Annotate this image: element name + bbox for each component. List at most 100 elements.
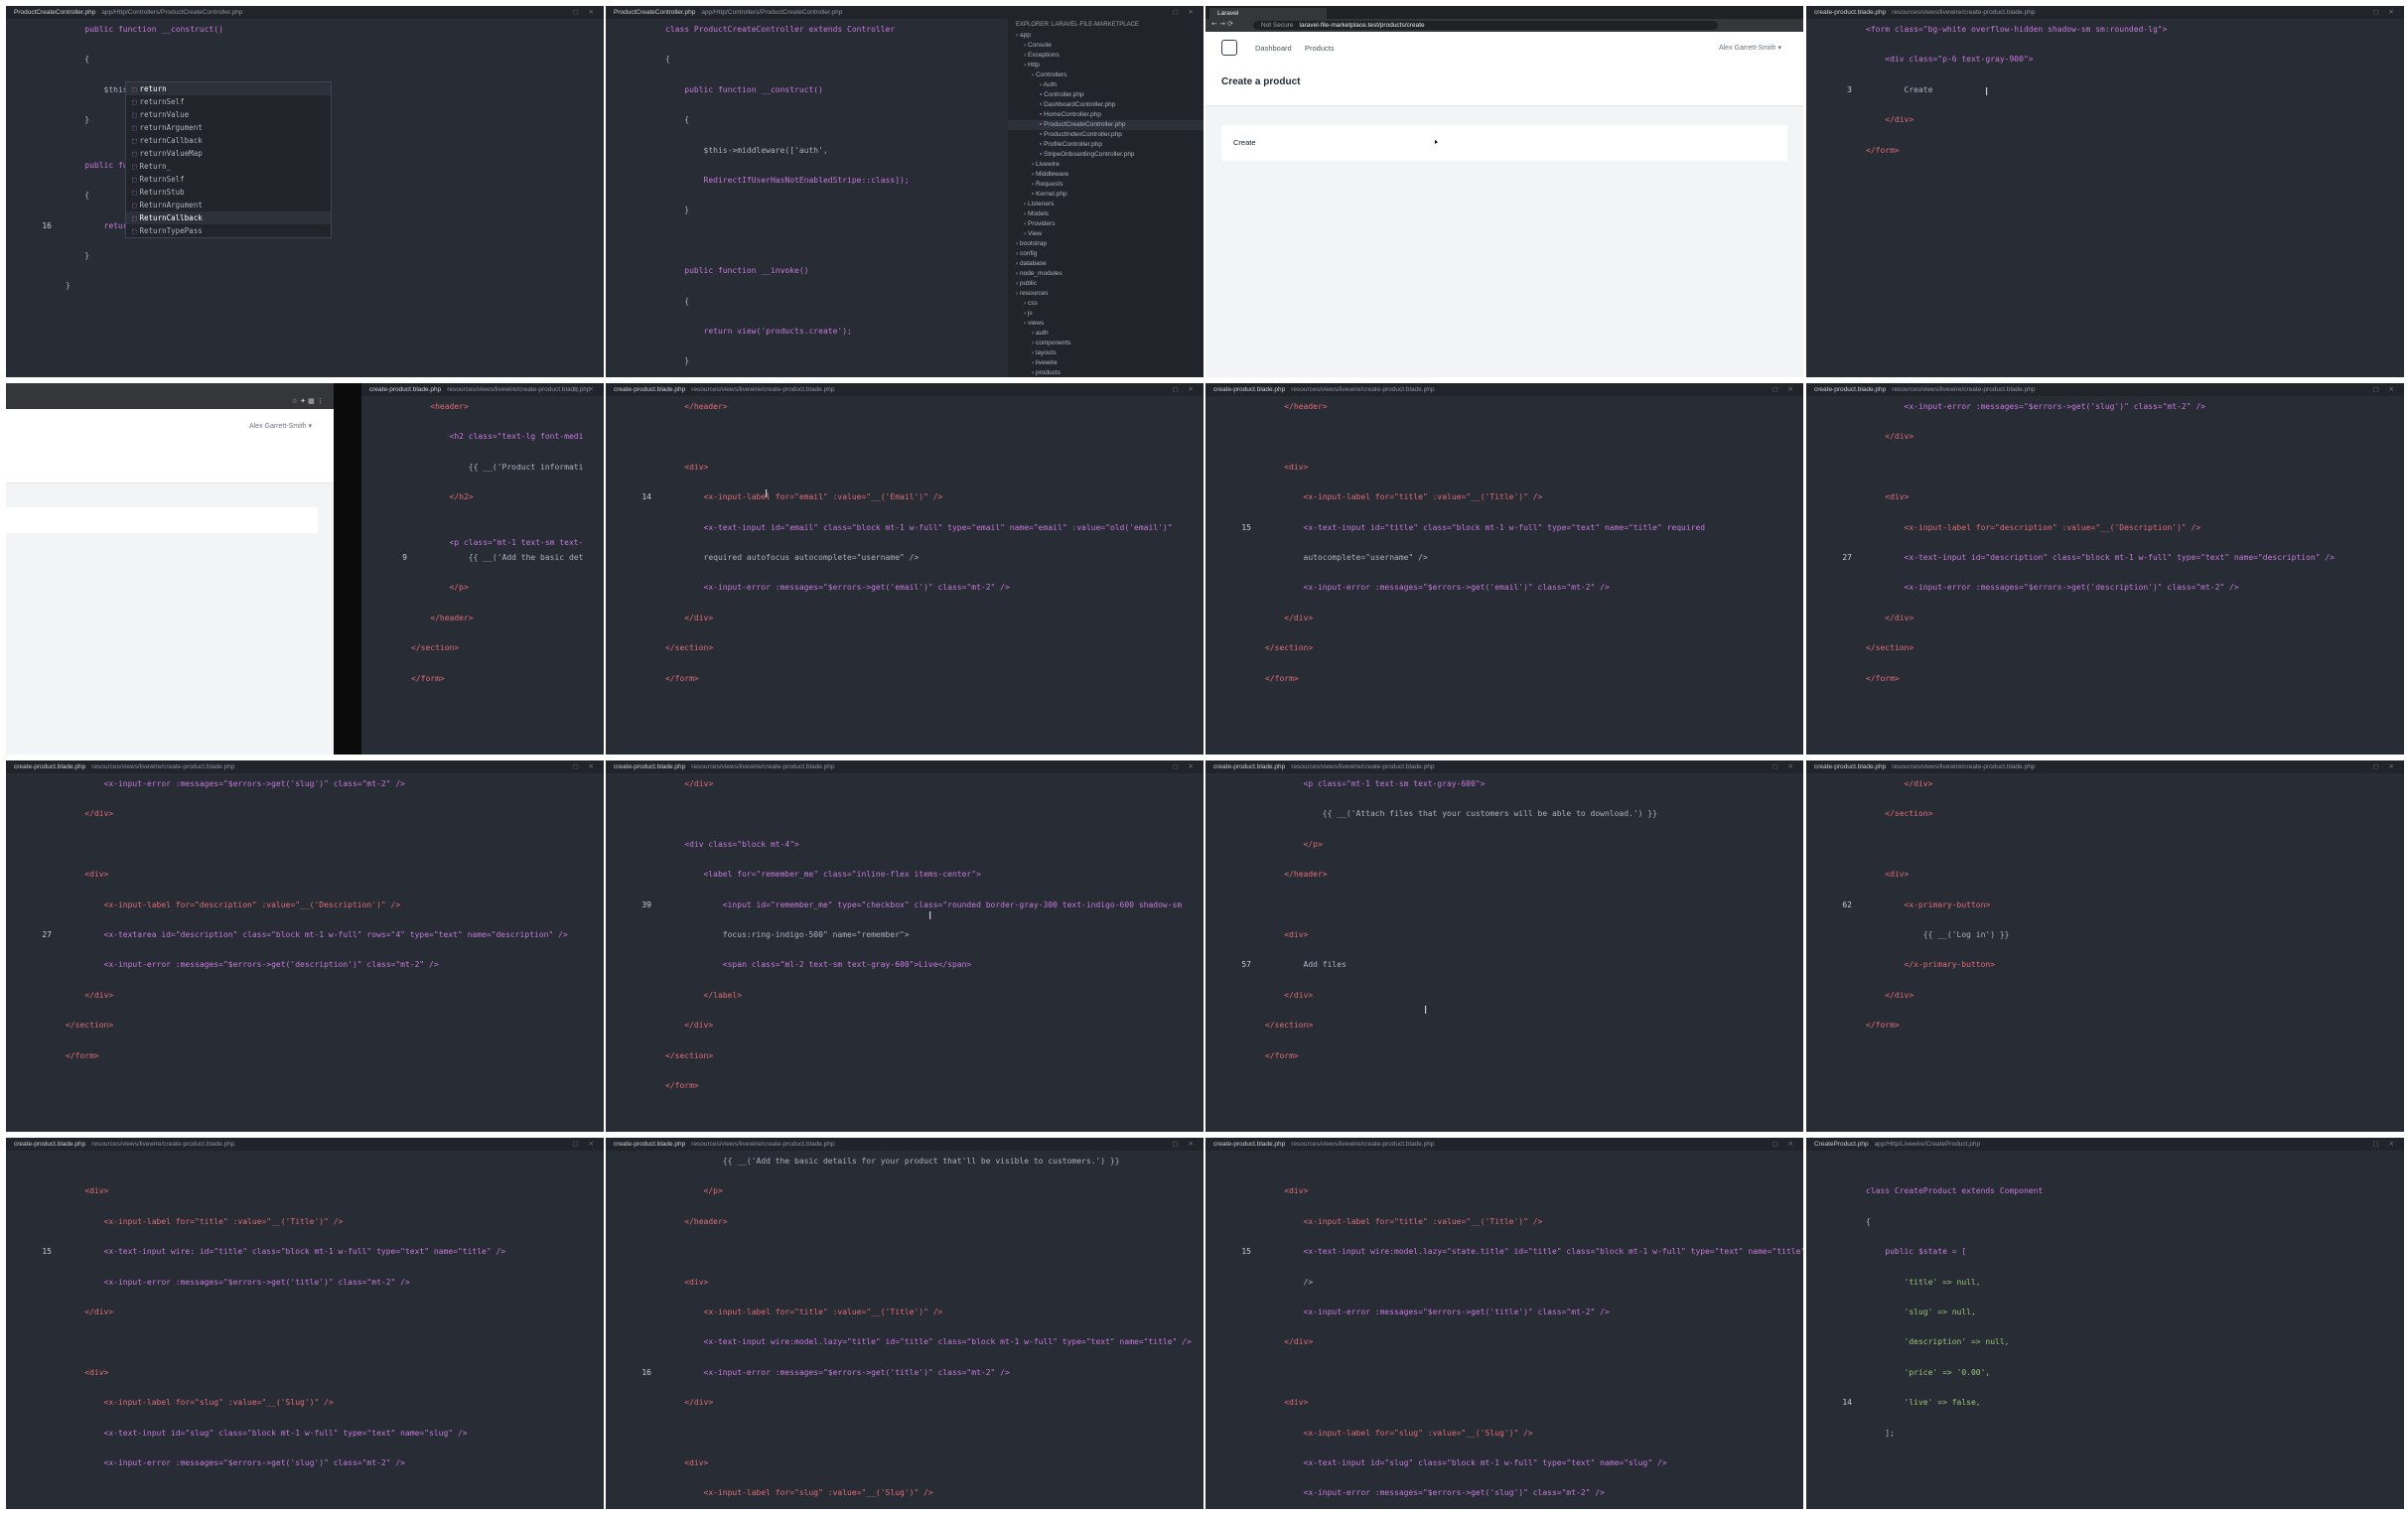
code-line[interactable]: </div> — [1265, 614, 1313, 622]
code-line[interactable]: {{ __('Add the basic det — [411, 553, 584, 562]
code-line[interactable]: </div> — [1866, 115, 1913, 124]
editor-actions-icon[interactable]: ▢ ✕ — [2373, 760, 2398, 773]
code-line[interactable]: <x-input-error :messages="$errors->get('… — [66, 1458, 405, 1467]
code-line[interactable]: <div> — [1265, 1398, 1308, 1407]
explorer-item[interactable]: › css — [1008, 299, 1204, 309]
code-line[interactable]: class ProductCreateController extends Co… — [665, 25, 895, 34]
editor-actions-icon[interactable]: ▢ ✕ — [1173, 760, 1198, 773]
code-line[interactable]: <x-text-input id="slug" class="block mt-… — [66, 1429, 468, 1438]
explorer-item[interactable]: › auth — [1008, 329, 1204, 339]
code-editor[interactable]: <div> <x-input-label for="title" :value=… — [1205, 1151, 1803, 1509]
autocomplete-menu[interactable]: ⬚ return ⬚ returnSelf ⬚ returnValue ⬚ returnArg… — [125, 81, 332, 238]
editor-actions-icon[interactable]: ▢ ✕ — [1772, 1138, 1797, 1151]
code-line[interactable]: </div> — [66, 991, 113, 1000]
editor-tab-bar[interactable]: create-product.blade.php resources/views/… — [606, 383, 1204, 396]
code-line[interactable]: </div> — [665, 1021, 713, 1030]
explorer-item[interactable]: › Listeners — [1008, 200, 1204, 209]
explorer-item[interactable]: › Requests — [1008, 180, 1204, 190]
code-editor[interactable]: </div> </section> <div> 62 <x-primary-but… — [1806, 773, 2404, 1132]
code-editor[interactable]: <form class="bg-white overflow-hidden sh… — [1806, 19, 2404, 377]
code-line[interactable]: <x-input-error :messages="$errors->get('… — [1265, 1308, 1610, 1316]
code-line[interactable]: {{ __('Log in') }} — [1866, 930, 2010, 939]
editor-tab-bar[interactable]: create-product.blade.php resources/views/… — [1806, 6, 2404, 19]
code-line[interactable]: </header> — [665, 1217, 727, 1226]
explorer-item[interactable]: › bootstrap — [1008, 239, 1204, 249]
code-line[interactable]: <x-input-error :messages="$errors->get('… — [66, 960, 439, 969]
code-line[interactable]: public function __invoke() — [665, 266, 808, 275]
code-line[interactable]: <x-input-error :messages="$errors->get('… — [66, 1278, 410, 1287]
editor-tab-bar[interactable]: create-product.blade.php resources/views/… — [1806, 760, 2404, 773]
code-line[interactable]: } — [665, 356, 689, 365]
code-line[interactable]: </form> — [411, 674, 445, 683]
autocomplete-item[interactable]: ⬚ ReturnCallback — [126, 211, 331, 224]
editor-actions-icon[interactable]: ▢ ✕ — [1772, 383, 1797, 396]
editor-actions-icon[interactable]: ▢ ✕ — [1173, 383, 1198, 396]
code-line[interactable]: RedirectIfUserHasNotEnabledStripe::class… — [665, 176, 910, 185]
editor-tab-bar[interactable]: create-product.blade.php resources/views/… — [1205, 383, 1803, 396]
browser-tab[interactable]: Laravel — [1209, 8, 1327, 19]
code-line[interactable]: } — [665, 206, 689, 214]
editor-tab-bar[interactable]: create-product.blade.php resources/views/… — [606, 1138, 1204, 1151]
code-line[interactable]: public $state = [ — [1866, 1247, 1966, 1256]
code-line[interactable]: <x-text-input id="email" class="block mt… — [665, 523, 1173, 532]
code-line[interactable]: </div> — [1866, 614, 1913, 622]
autocomplete-item[interactable]: ⬚ returnSelf — [126, 95, 331, 108]
code-line[interactable]: </p> — [1265, 840, 1323, 849]
code-editor[interactable]: </header> <div> <x-input-label for="titl… — [1205, 396, 1803, 755]
code-line[interactable]: public function __construct() — [66, 25, 223, 34]
code-line[interactable]: </p> — [411, 583, 469, 592]
code-line[interactable]: <x-text-input id="title" class="block mt… — [1265, 523, 1706, 532]
explorer-item[interactable]: › Exceptions — [1008, 51, 1204, 61]
code-line[interactable]: <x-text-input wire:model.lazy="state.tit… — [1265, 1247, 1803, 1256]
code-line[interactable]: <div class="block mt-4"> — [665, 840, 799, 849]
explorer-item[interactable]: › View — [1008, 229, 1204, 239]
app-logo-icon[interactable] — [1221, 40, 1237, 56]
editor-actions-icon[interactable]: ▢ ✕ — [573, 760, 598, 773]
code-line[interactable]: <div> — [665, 1458, 708, 1467]
autocomplete-item[interactable]: ⬚ returnValueMap — [126, 147, 331, 160]
code-line[interactable]: <x-input-error :messages="$errors->get('… — [665, 1368, 1010, 1377]
explorer-item[interactable]: › Console — [1008, 41, 1204, 51]
code-line[interactable]: <div class="p-6 text-gray-900"> — [1866, 55, 2033, 64]
code-line[interactable]: } — [66, 115, 89, 124]
code-line[interactable]: { — [66, 191, 89, 200]
explorer-item[interactable]: ▪ ProfileController.php — [1008, 140, 1204, 150]
code-line[interactable]: public function __construct() — [665, 85, 823, 94]
explorer-item[interactable]: › components — [1008, 339, 1204, 348]
code-line[interactable]: <p class="mt-1 text-sm text- — [411, 538, 584, 547]
code-line[interactable]: { — [665, 55, 670, 64]
autocomplete-item[interactable]: ⬚ ReturnArgument — [126, 199, 331, 211]
code-line[interactable]: </section> — [665, 1051, 713, 1060]
explorer-item[interactable]: ▪ ProductIndexController.php — [1008, 130, 1204, 140]
explorer-item[interactable]: › public — [1008, 279, 1204, 289]
explorer-item[interactable]: › layouts — [1008, 348, 1204, 358]
code-line[interactable]: <div> — [66, 1186, 108, 1195]
url-input[interactable]: Not Secure laravel-file-marketplace.test/… — [1253, 21, 1718, 30]
code-line[interactable]: <div> — [1265, 930, 1308, 939]
explorer-item[interactable]: › js — [1008, 309, 1204, 319]
code-line[interactable]: <x-input-error :messages="$errors->get('… — [1265, 583, 1610, 592]
autocomplete-item[interactable]: ⬚ Return_ — [126, 160, 331, 173]
editor-tab-bar[interactable]: CreateProduct.php app/Http/Livewire/Creat… — [1806, 1138, 2404, 1151]
code-line[interactable]: </form> — [1866, 1021, 1900, 1030]
nav-link-products[interactable]: Products — [1305, 44, 1335, 53]
code-line[interactable]: </header> — [1265, 402, 1327, 411]
code-editor[interactable]: <div> <x-input-label for="title" :value=… — [6, 1151, 604, 1509]
code-line[interactable]: </div> — [66, 809, 113, 818]
explorer-item[interactable]: › views — [1008, 319, 1204, 329]
code-line[interactable]: </header> — [1265, 870, 1327, 879]
autocomplete-item[interactable]: ⬚ return — [126, 82, 331, 95]
editor-tab-bar[interactable]: create-product.blade.php resources/views/… — [606, 760, 1204, 773]
code-line[interactable]: <div> — [66, 1368, 108, 1377]
code-line[interactable]: autocomplete="username" /> — [1265, 553, 1428, 562]
code-line[interactable]: required autofocus autocomplete="usernam… — [665, 553, 920, 562]
code-line[interactable]: <x-input-error :messages="$errors->get('… — [1265, 1488, 1605, 1497]
explorer-item[interactable]: › config — [1008, 249, 1204, 259]
code-line[interactable]: <form class="bg-white overflow-hidden sh… — [1866, 25, 2167, 34]
code-line[interactable]: class CreateProduct extends Component — [1866, 1186, 2043, 1195]
editor-actions-icon[interactable]: ▢ ✕ — [2373, 1138, 2398, 1151]
code-line[interactable]: $this->middleware(['auth', — [665, 146, 828, 155]
autocomplete-item[interactable]: ⬚ returnValue — [126, 108, 331, 121]
code-line[interactable]: <x-input-label for="title" :value="__('T… — [1265, 1217, 1543, 1226]
explorer-item[interactable]: › Providers — [1008, 219, 1204, 229]
